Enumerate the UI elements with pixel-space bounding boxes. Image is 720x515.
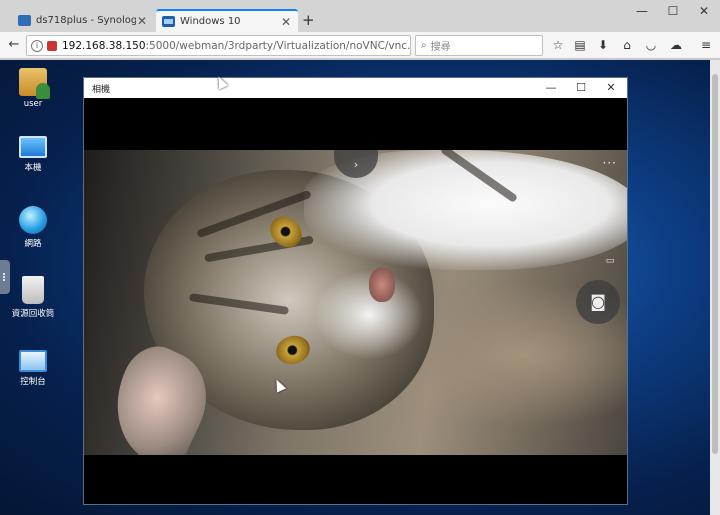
maximize-button[interactable]: ☐ <box>658 2 688 20</box>
minimize-button[interactable]: — <box>627 2 657 20</box>
search-input[interactable]: ⌕ 搜尋 <box>415 35 543 56</box>
browser-nav-bar: ← i 192.168.38.150:5000/webman/3rdparty/… <box>0 32 720 59</box>
desktop-icon-label: 資源回收筒 <box>11 309 55 319</box>
tab-title: Windows 10 <box>180 16 241 27</box>
network-globe-icon <box>19 206 47 234</box>
close-button[interactable]: ✕ <box>689 2 719 20</box>
video-mode-icon[interactable]: ▭ <box>601 256 619 268</box>
desktop-icon-this-pc[interactable]: 本機 <box>8 136 58 173</box>
vertical-scrollbar[interactable] <box>710 60 720 515</box>
address-bar[interactable]: i 192.168.38.150:5000/webman/3rdparty/Vi… <box>26 35 411 56</box>
search-placeholder: 搜尋 <box>430 42 451 53</box>
cat-photo-nose <box>369 268 395 302</box>
insecure-lock-icon[interactable] <box>47 40 57 51</box>
camera-minimize-button[interactable]: — <box>536 80 566 96</box>
desktop-icon-label: 網路 <box>24 239 42 249</box>
desktop-icon-label: user <box>23 99 43 109</box>
bookmark-star-icon[interactable]: ☆ <box>549 36 567 54</box>
tab-synology[interactable]: ds718plus - Synology DiskStation ✕ <box>12 9 154 32</box>
search-icon: ⌕ <box>421 40 427 51</box>
control-panel-icon <box>19 350 47 372</box>
info-icon[interactable]: i <box>31 39 43 52</box>
take-photo-button[interactable]: ◙ <box>576 280 620 324</box>
camera-maximize-button[interactable]: ☐ <box>566 80 596 96</box>
close-icon[interactable]: ✕ <box>136 14 148 28</box>
download-icon[interactable]: ⬇ <box>594 36 612 54</box>
tab-title: ds718plus - Synology DiskStation <box>36 15 136 26</box>
scrollbar-thumb[interactable] <box>712 74 718 454</box>
desktop-icon-label: 控制台 <box>20 377 46 387</box>
remote-desktop[interactable]: user 本機 網路 資源回收筒 控制台 相機 — ☐ ✕ › ··· ▭ ◙ <box>0 60 720 515</box>
computer-icon <box>19 136 47 158</box>
synology-favicon-icon <box>18 15 31 26</box>
desktop-icon-user[interactable]: user <box>8 68 58 109</box>
novnc-sidebar-handle[interactable] <box>0 260 10 294</box>
more-options-button[interactable]: ··· <box>603 156 617 170</box>
menu-hamburger-icon[interactable]: ≡ <box>697 36 715 54</box>
desktop-icon-label: 本機 <box>24 163 42 173</box>
camera-window-title: 相機 <box>92 85 111 95</box>
camera-icon: ◙ <box>590 292 606 311</box>
pocket-icon[interactable]: ◡ <box>642 36 660 54</box>
camera-preview: › ··· ▭ ◙ <box>84 150 627 455</box>
close-icon[interactable]: ✕ <box>280 15 292 29</box>
tab-windows-10[interactable]: Windows 10 ✕ <box>156 9 298 32</box>
reading-list-icon[interactable]: ▤ <box>571 36 589 54</box>
new-tab-button[interactable]: + <box>302 11 315 29</box>
sync-cloud-icon[interactable]: ☁ <box>667 36 685 54</box>
browser-tab-bar: ds718plus - Synology DiskStation ✕ Windo… <box>0 0 720 32</box>
url-host: 192.168.38.150 <box>62 39 146 52</box>
desktop-icon-network[interactable]: 網路 <box>8 206 58 249</box>
url-path: :5000/webman/3rdparty/Virtualization/noV… <box>145 39 411 52</box>
back-arrow-icon[interactable]: ← <box>5 36 23 54</box>
monitor-favicon-icon <box>162 16 175 27</box>
desktop-icon-control-panel[interactable]: 控制台 <box>8 350 58 387</box>
camera-close-button[interactable]: ✕ <box>596 80 626 96</box>
desktop-icon-recycle-bin[interactable]: 資源回收筒 <box>8 276 58 319</box>
user-folder-icon <box>19 68 50 99</box>
camera-title-bar[interactable]: 相機 — ☐ ✕ <box>84 78 627 98</box>
home-icon[interactable]: ⌂ <box>618 36 636 54</box>
camera-window[interactable]: 相機 — ☐ ✕ › ··· ▭ ◙ <box>83 77 628 505</box>
recycle-bin-icon <box>22 276 44 304</box>
